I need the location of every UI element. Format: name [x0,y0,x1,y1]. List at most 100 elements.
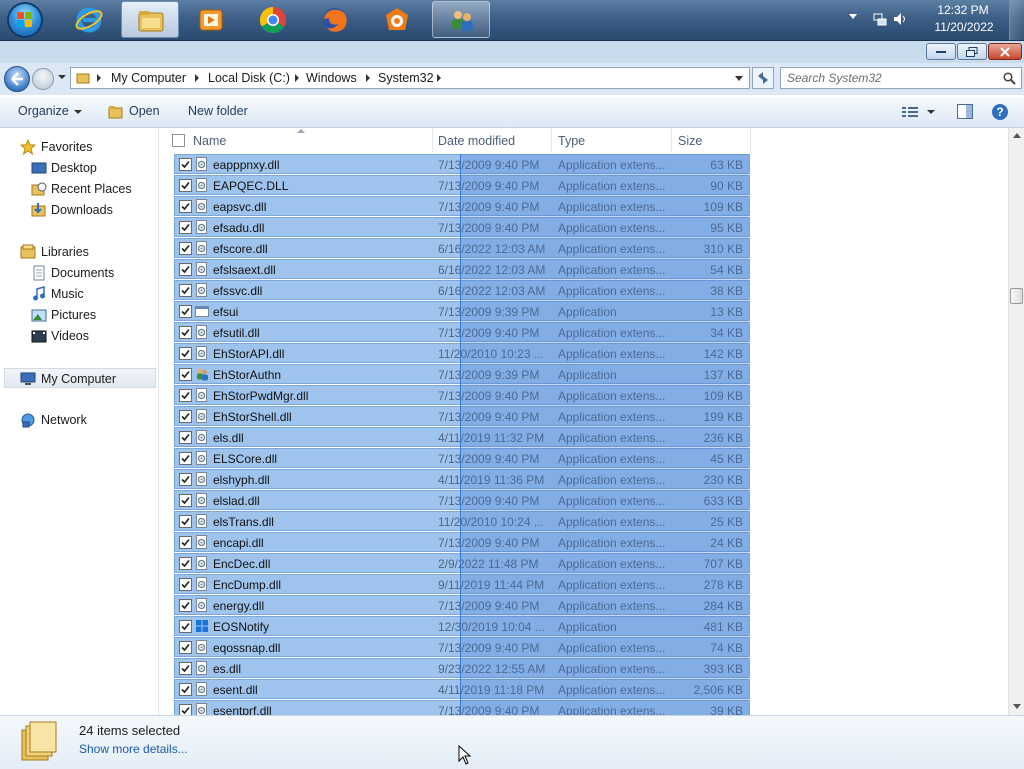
file-name[interactable]: energy.dll [213,599,264,613]
file-name[interactable]: EncDump.dll [213,578,281,592]
row-checkbox[interactable] [179,683,192,696]
column-divider[interactable] [432,128,433,152]
address-bar[interactable]: My Computer Local Disk (C:) Windows Syst… [70,67,750,89]
nav-libraries[interactable]: Libraries [0,242,158,262]
row-checkbox[interactable] [179,410,192,423]
organize-button[interactable]: Organize [18,104,82,118]
row-checkbox[interactable] [179,494,192,507]
row-checkbox[interactable] [179,305,192,318]
nav-my-computer[interactable]: My Computer [4,368,156,388]
row-checkbox[interactable] [179,536,192,549]
help-icon[interactable]: ? [991,103,1009,121]
column-divider[interactable] [750,128,751,152]
row-checkbox[interactable] [179,641,192,654]
row-checkbox[interactable] [179,389,192,402]
row-checkbox[interactable] [179,179,192,192]
nav-pictures[interactable]: Pictures [0,305,158,325]
file-name[interactable]: eapsvc.dll [213,200,266,214]
column-type[interactable]: Type [558,134,585,148]
row-checkbox[interactable] [179,431,192,444]
restore-button[interactable] [957,43,987,60]
preview-pane-icon[interactable] [957,104,973,119]
file-name[interactable]: esentprf.dll [213,704,272,715]
row-checkbox[interactable] [179,263,192,276]
nav-network[interactable]: Network [0,410,158,430]
new-folder-button[interactable]: New folder [188,104,248,118]
scroll-down-arrow[interactable] [1013,704,1021,709]
file-name[interactable]: els.dll [213,431,244,445]
row-checkbox[interactable] [179,326,192,339]
open-button[interactable]: Open [129,104,160,118]
nav-documents[interactable]: Documents [0,263,158,283]
show-desktop-button[interactable] [1009,0,1024,40]
file-name[interactable]: encapi.dll [213,536,264,550]
column-date-modified[interactable]: Date modified [438,134,515,148]
refresh-button[interactable] [752,67,774,89]
clock-time[interactable]: 12:32 PM [928,3,998,17]
column-divider[interactable] [551,128,552,152]
search-input[interactable] [787,70,987,86]
row-checkbox[interactable] [179,242,192,255]
row-checkbox[interactable] [179,221,192,234]
nav-recent-places[interactable]: Recent Places [0,179,158,199]
row-checkbox[interactable] [179,158,192,171]
view-dropdown-icon[interactable] [927,110,935,114]
file-name[interactable]: efscore.dll [213,242,268,256]
forward-button[interactable] [32,68,54,90]
show-more-details-link[interactable]: Show more details... [79,742,188,756]
breadcrumb-windows[interactable]: Windows [306,71,357,85]
row-checkbox[interactable] [179,620,192,633]
nav-music[interactable]: Music [0,284,158,304]
row-checkbox[interactable] [179,704,192,715]
taskbar-avast[interactable] [368,1,426,38]
nav-videos[interactable]: Videos [0,326,158,346]
tray-overflow-icon[interactable] [849,14,857,19]
breadcrumb-system32[interactable]: System32 [378,71,434,85]
file-name[interactable]: EhStorAuthn [213,368,281,382]
scroll-up-arrow[interactable] [1013,133,1021,138]
breadcrumb-separator[interactable] [295,74,299,82]
minimize-button[interactable] [926,43,956,60]
file-name[interactable]: EncDec.dll [213,557,270,571]
search-icon[interactable] [1003,72,1016,85]
close-button[interactable] [988,43,1022,60]
row-checkbox[interactable] [179,599,192,612]
nav-favorites[interactable]: Favorites [0,137,158,157]
scroll-thumb[interactable] [1010,288,1023,304]
column-divider[interactable] [671,128,672,152]
row-checkbox[interactable] [179,473,192,486]
breadcrumb-separator[interactable] [366,74,370,82]
file-name[interactable]: EOSNotify [213,620,269,634]
row-checkbox[interactable] [179,200,192,213]
file-name[interactable]: EAPQEC.DLL [213,179,288,193]
vertical-scrollbar[interactable] [1008,128,1024,715]
file-name[interactable]: elslad.dll [213,494,260,508]
nav-downloads[interactable]: Downloads [0,200,158,220]
file-name[interactable]: efsutil.dll [213,326,260,340]
file-name[interactable]: EhStorAPI.dll [213,347,284,361]
select-all-checkbox[interactable] [172,134,185,147]
back-button[interactable] [4,66,30,92]
breadcrumb-separator[interactable] [97,74,101,82]
taskbar-media[interactable] [182,1,240,38]
nav-desktop[interactable]: Desktop [0,158,158,178]
address-dropdown-icon[interactable] [735,76,743,81]
breadcrumb-separator[interactable] [437,74,441,82]
taskbar-explorer[interactable] [121,1,179,38]
taskbar-ie[interactable] [60,1,118,38]
network-icon[interactable] [873,12,887,26]
breadcrumb-local-disk[interactable]: Local Disk (C:) [208,71,290,85]
start-button[interactable] [7,2,43,38]
taskbar-firefox[interactable] [306,1,364,38]
column-size[interactable]: Size [678,134,702,148]
file-name[interactable]: eapppnxy.dll [213,158,280,172]
search-box[interactable] [780,67,1022,89]
volume-icon[interactable] [893,12,907,26]
taskbar-users[interactable] [432,1,490,38]
file-name[interactable]: EhStorPwdMgr.dll [213,389,308,403]
file-name[interactable]: efsadu.dll [213,221,264,235]
file-name[interactable]: efslsaext.dll [213,263,276,277]
row-checkbox[interactable] [179,578,192,591]
file-name[interactable]: efsui [213,305,238,319]
file-name[interactable]: efssvc.dll [213,284,262,298]
